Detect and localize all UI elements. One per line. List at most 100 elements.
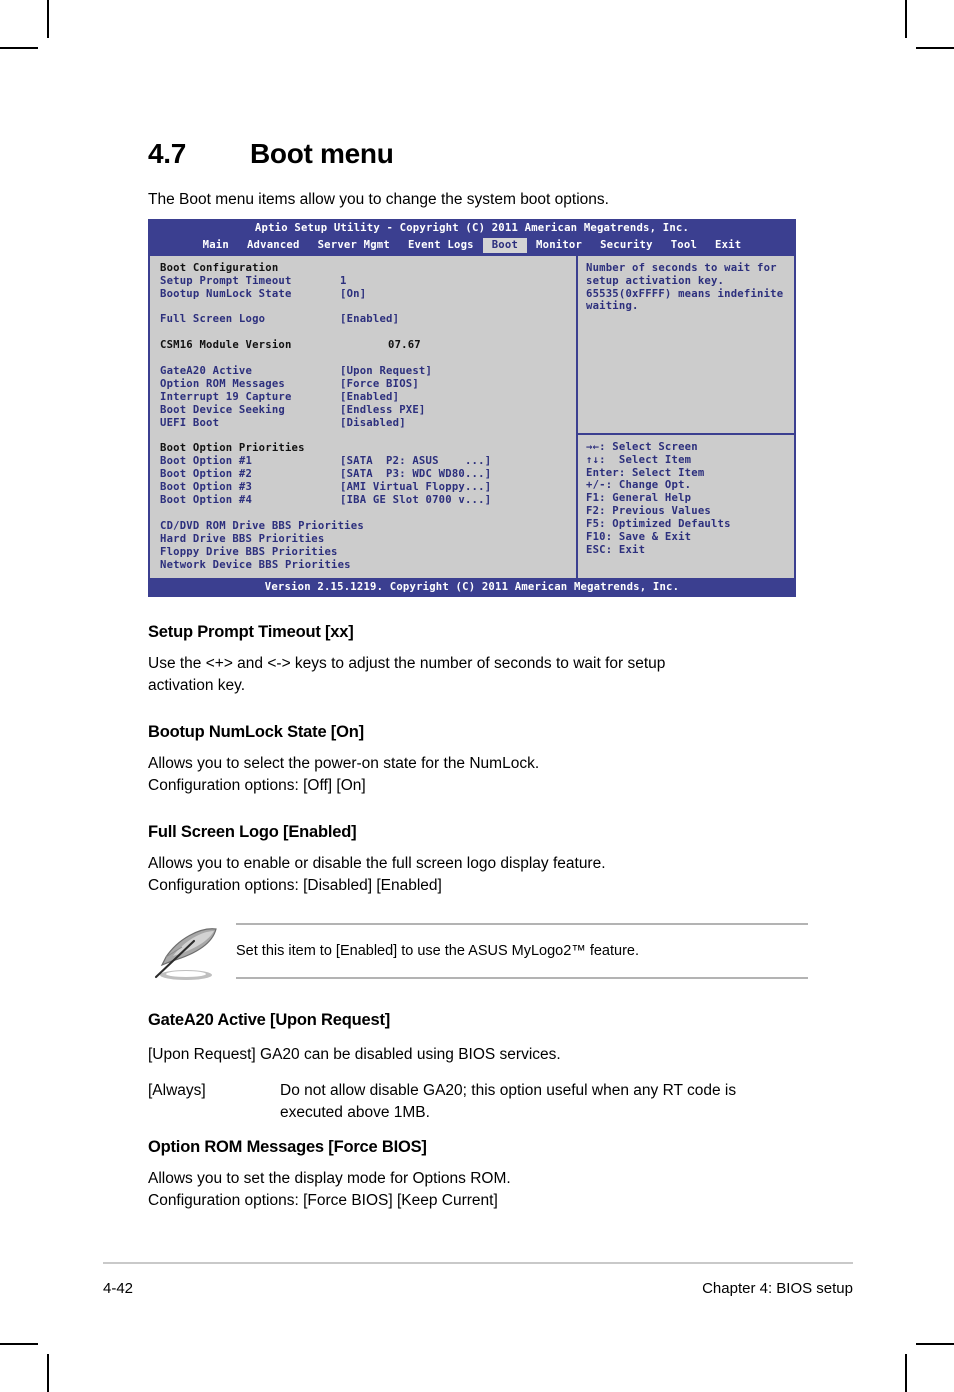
bios-help-line: 65535(0xFFFF) means indefinite xyxy=(586,287,784,300)
text-gatea20-upon-request: [Upon Request] GA20 can be disabled usin… xyxy=(148,1045,561,1063)
bios-row-spacer xyxy=(160,507,576,520)
bios-row-label: GateA20 Active xyxy=(160,364,253,377)
bios-submenu-link-label: Hard Drive BBS Priorities xyxy=(160,532,325,545)
heading-option-rom: Option ROM Messages [Force BIOS] xyxy=(148,1137,427,1156)
definition-desc-always-line2: executed above 1MB. xyxy=(280,1103,430,1121)
bios-tab-server-mgmt[interactable]: Server Mgmt xyxy=(309,238,399,253)
bios-row-label: Boot Option #1 xyxy=(160,455,253,468)
text-setup-prompt-timeout-2: activation key. xyxy=(148,676,246,694)
bios-row-value[interactable]: [SATA P2: ASUS ...] xyxy=(340,455,576,468)
footer-chapter: Chapter 4: BIOS setup xyxy=(702,1280,853,1297)
bios-tab-monitor[interactable]: Monitor xyxy=(527,238,591,253)
bios-help-line: Number of seconds to wait for xyxy=(586,261,777,274)
footer-page-number: 4-42 xyxy=(103,1280,134,1297)
bios-submenu-link[interactable]: Hard Drive BBS Priorities xyxy=(160,533,576,546)
page-footer: 4-42 Chapter 4: BIOS setup xyxy=(103,1262,853,1297)
bios-setting-row[interactable]: Setup Prompt Timeout 1 xyxy=(160,275,576,288)
bios-row-value[interactable]: [On] xyxy=(340,288,576,301)
bios-row-value[interactable]: [Enabled] xyxy=(340,313,576,326)
bios-setting-row[interactable]: Boot Option #1 [SATA P2: ASUS ...] xyxy=(160,455,576,468)
bios-title-bar: Aptio Setup Utility - Copyright (C) 2011… xyxy=(148,218,796,237)
quill-pen-icon xyxy=(152,925,232,983)
text-setup-prompt-timeout-1: Use the <+> and <-> keys to adjust the n… xyxy=(148,654,666,672)
bios-row-label: Option ROM Messages xyxy=(160,377,285,390)
bios-setting-row[interactable]: Boot Device Seeking [Endless PXE] xyxy=(160,404,576,417)
text-bootup-numlock-2: Configuration options: [Off] [On] xyxy=(148,776,366,794)
bios-row-value[interactable]: [SATA P3: WDC WD80...] xyxy=(340,468,576,481)
bios-row-value[interactable]: [Force BIOS] xyxy=(340,378,576,391)
bios-tab-security[interactable]: Security xyxy=(591,238,662,253)
bios-key-legend-line: +/-: Change Opt. xyxy=(586,479,692,492)
note-callout: Set this item to [Enabled] to use the AS… xyxy=(148,922,808,985)
bios-setting-row[interactable]: Option ROM Messages [Force BIOS] xyxy=(160,378,576,391)
bios-side-panel: Number of seconds to wait for setup activ… xyxy=(578,256,794,578)
bios-group-heading: Boot Option Priorities xyxy=(160,442,576,455)
bios-tab-main[interactable]: Main xyxy=(194,238,238,253)
bios-submenu-link-label: Network Device BBS Priorities xyxy=(160,558,351,571)
bios-row-label: Boot Device Seeking xyxy=(160,403,285,416)
bios-row-value[interactable]: [Disabled] xyxy=(340,417,576,430)
bios-row-value[interactable]: [Enabled] xyxy=(340,391,576,404)
bios-tab-tool[interactable]: Tool xyxy=(662,238,706,253)
bios-key-legend-line: F5: Optimized Defaults xyxy=(586,518,731,531)
bios-submenu-link[interactable]: Network Device BBS Priorities xyxy=(160,559,576,572)
bios-setting-row[interactable]: Full Screen Logo [Enabled] xyxy=(160,313,576,326)
bios-setting-row[interactable]: GateA20 Active [Upon Request] xyxy=(160,365,576,378)
heading-bootup-numlock: Bootup NumLock State [On] xyxy=(148,722,364,741)
bios-row-label: Setup Prompt Timeout xyxy=(160,274,292,287)
bios-key-legend-line: F10: Save & Exit xyxy=(586,531,692,544)
manual-page: 4.7 Boot menu The Boot menu items allow y… xyxy=(0,0,954,1392)
text-option-rom-2: Configuration options: [Force BIOS] [Kee… xyxy=(148,1191,498,1209)
bios-key-legend-line: ↑↓: Select Item xyxy=(586,453,692,466)
heading-gatea20: GateA20 Active [Upon Request] xyxy=(148,1010,391,1029)
bios-help-line: waiting. xyxy=(586,300,639,313)
note-box: Set this item to [Enabled] to use the AS… xyxy=(236,922,808,979)
bios-setting-row[interactable]: UEFI Boot [Disabled] xyxy=(160,417,576,430)
bios-submenu-link-label: Floppy Drive BBS Priorities xyxy=(160,545,338,558)
bios-setting-row[interactable]: Boot Option #2 [SATA P3: WDC WD80...] xyxy=(160,468,576,481)
bios-row-value[interactable]: [AMI Virtual Floppy...] xyxy=(340,481,576,494)
bios-body: Boot Configuration Setup Prompt Timeout 1 B… xyxy=(148,255,796,578)
bios-key-legend-line: →←: Select Screen xyxy=(586,440,698,453)
definition-desc-always-line1: Do not allow disable GA20; this option u… xyxy=(280,1081,737,1099)
heading-setup-prompt-timeout: Setup Prompt Timeout [xx] xyxy=(148,622,354,641)
bios-row-value[interactable]: [Endless PXE] xyxy=(340,404,576,417)
bios-row-value[interactable]: [IBA GE Slot 0700 v...] xyxy=(340,494,576,507)
bios-readonly-row: CSM16 Module Version 07.67 xyxy=(160,339,576,352)
bios-key-legend-line: Enter: Select Item xyxy=(586,466,705,479)
text-full-screen-logo-1: Allows you to enable or disable the full… xyxy=(148,854,606,872)
bios-key-legend: →←: Select Screen ↑↓: Select Item Enter: S… xyxy=(578,435,794,578)
bios-submenu-link[interactable]: Floppy Drive BBS Priorities xyxy=(160,546,576,559)
bios-row-label: Interrupt 19 Capture xyxy=(160,390,292,403)
heading-full-screen-logo: Full Screen Logo [Enabled] xyxy=(148,822,357,841)
bios-setting-row[interactable]: Bootup NumLock State [On] xyxy=(160,288,576,301)
bios-setting-row[interactable]: Boot Option #3 [AMI Virtual Floppy...] xyxy=(160,481,576,494)
bios-setting-row[interactable]: Interrupt 19 Capture [Enabled] xyxy=(160,391,576,404)
section-title-text: Boot menu xyxy=(250,138,394,169)
bios-submenu-link[interactable]: CD/DVD ROM Drive BBS Priorities xyxy=(160,520,576,533)
bios-row-label: CSM16 Module Version xyxy=(160,339,292,352)
text-bootup-numlock-1: Allows you to select the power-on state … xyxy=(148,754,540,772)
bios-group-heading-label: Boot Option Priorities xyxy=(160,442,305,455)
bios-key-legend-line: F2: Previous Values xyxy=(586,505,711,518)
bios-key-legend-line: ESC: Exit xyxy=(586,543,646,556)
bios-setting-row[interactable]: Boot Option #4 [IBA GE Slot 0700 v...] xyxy=(160,494,576,507)
bios-tab-advanced[interactable]: Advanced xyxy=(238,238,309,253)
bios-tab-boot[interactable]: Boot xyxy=(482,237,528,253)
bios-tab-event-logs[interactable]: Event Logs xyxy=(399,238,483,253)
definition-desc-always: Do not allow disable GA20; this option u… xyxy=(280,1080,808,1124)
bios-row-label: Bootup NumLock State xyxy=(160,287,292,300)
bios-help-text: Number of seconds to wait for setup activ… xyxy=(578,256,794,435)
bios-tab-exit[interactable]: Exit xyxy=(706,238,750,253)
bios-menu-bar: Main Advanced Server Mgmt Event Logs Boot Mon… xyxy=(148,236,796,256)
section-number: 4.7 xyxy=(148,138,187,169)
bios-settings-panel: Boot Configuration Setup Prompt Timeout 1 B… xyxy=(150,255,578,578)
footer-divider xyxy=(103,1262,853,1264)
bios-row-spacer xyxy=(160,300,576,313)
bios-row-value[interactable]: [Upon Request] xyxy=(340,365,576,378)
bios-key-legend-line: F1: General Help xyxy=(586,492,692,505)
bios-row-spacer xyxy=(160,326,576,339)
bios-row-value[interactable]: 1 xyxy=(340,275,576,288)
bios-row-label: Boot Option #4 xyxy=(160,493,253,506)
bios-version-bar: Version 2.15.1219. Copyright (C) 2011 Am… xyxy=(148,577,796,597)
